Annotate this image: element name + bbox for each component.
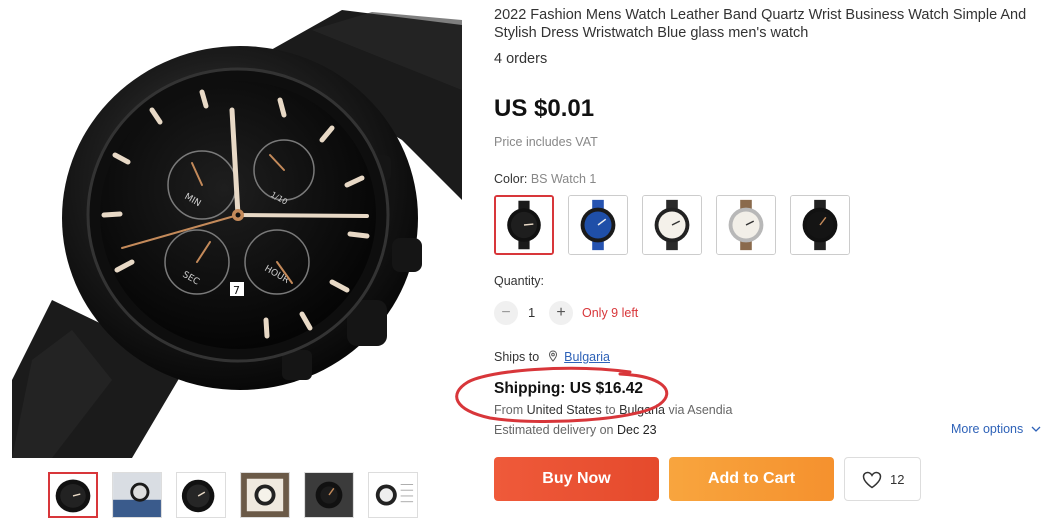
thumbnail-1[interactable] [48, 472, 98, 518]
ships-to-label: Ships to [494, 350, 540, 364]
color-swatch-2[interactable] [568, 195, 628, 255]
thumbnail-3[interactable] [176, 472, 226, 518]
color-swatch-1[interactable] [494, 195, 554, 255]
quantity-decrease-button[interactable]: − [494, 301, 518, 325]
wishlist-count: 12 [890, 472, 905, 487]
product-price: US $0.01 [494, 95, 595, 122]
heart-icon [862, 471, 882, 489]
chevron-down-icon [1031, 426, 1041, 432]
shipping-route: From United States to Bulgaria via Asend… [494, 403, 732, 417]
estimated-delivery: Estimated delivery on Dec 23 [494, 423, 657, 437]
date-window: 7 [233, 284, 240, 297]
main-product-image: MIN SEC HOUR 1/10 7 [12, 0, 462, 458]
thumbnail-5[interactable] [304, 472, 354, 518]
buy-now-button[interactable]: Buy Now [494, 457, 659, 501]
vat-note: Price includes VAT [494, 135, 598, 149]
quantity-increase-button[interactable]: + [549, 301, 573, 325]
color-selected-value: BS Watch 1 [530, 172, 597, 186]
quantity-value[interactable]: 1 [528, 305, 535, 320]
stock-warning: Only 9 left [582, 306, 639, 320]
thumbnail-6[interactable] [368, 472, 418, 518]
ships-to-row: Ships to Bulgaria [494, 350, 610, 364]
ships-to-destination-link[interactable]: Bulgaria [564, 350, 610, 364]
from-prefix: From [494, 403, 524, 417]
thumbnail-4[interactable] [240, 472, 290, 518]
shipping-cost: Shipping: US $16.42 [494, 380, 644, 397]
color-swatch-3[interactable] [642, 195, 702, 255]
wishlist-button[interactable]: 12 [844, 457, 921, 501]
add-to-cart-button[interactable]: Add to Cart [669, 457, 834, 501]
more-options-label: More options [951, 422, 1024, 436]
orders-count: 4 orders [494, 51, 548, 67]
to-word: to [605, 403, 616, 417]
quantity-label: Quantity: [494, 274, 545, 288]
color-swatch-4[interactable] [716, 195, 776, 255]
product-title: 2022 Fashion Mens Watch Leather Band Qua… [494, 7, 1027, 41]
thumbnail-2[interactable] [112, 472, 162, 518]
color-label: Color: [494, 172, 528, 186]
origin-country: United States [526, 403, 602, 417]
color-selector-label: Color: BS Watch 1 [494, 172, 596, 186]
estimated-prefix: Estimated delivery on [494, 423, 614, 437]
color-swatch-5[interactable] [790, 195, 850, 255]
estimated-date: Dec 23 [617, 423, 657, 437]
location-pin-icon [548, 350, 557, 362]
to-country: Bulgaria [619, 403, 665, 417]
more-options-link[interactable]: More options [951, 422, 1041, 436]
carrier: via Asendia [668, 403, 733, 417]
